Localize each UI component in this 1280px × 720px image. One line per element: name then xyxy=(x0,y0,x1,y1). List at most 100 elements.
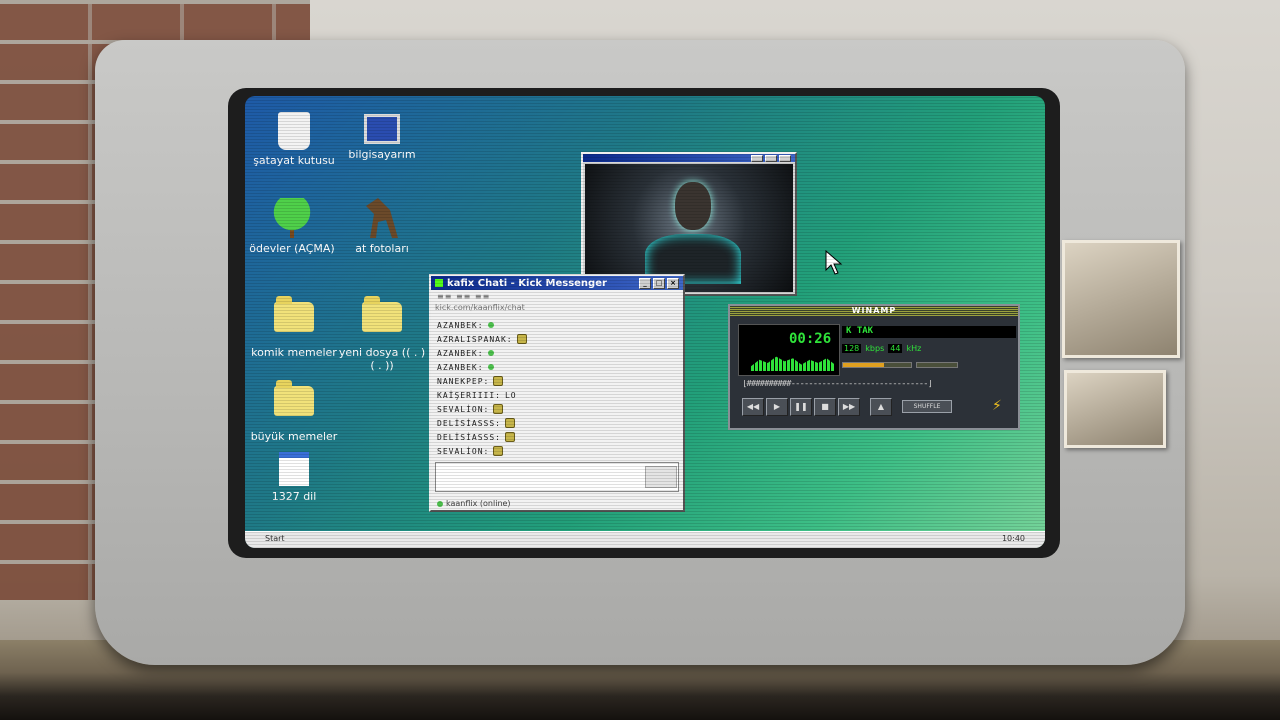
desktop-icon-calendar[interactable]: 1327 dil xyxy=(249,452,339,503)
recycle-bin-icon xyxy=(278,112,310,150)
chat-username: SEVALİON: xyxy=(437,446,490,456)
horse-icon xyxy=(366,198,398,238)
chat-username: AZRALISPANAK: xyxy=(437,334,513,344)
taskbar-clock: 10:40 xyxy=(1001,534,1025,543)
minimize-button[interactable]: _ xyxy=(639,277,651,289)
online-dot-icon xyxy=(437,500,443,507)
winamp-bitrate-info: 128 kbps 44 kHz xyxy=(842,344,921,353)
chat-menubar[interactable]: ≡≡ ≡≡ ≡≡ xyxy=(431,290,683,303)
kick-icon xyxy=(435,279,443,287)
desktop-icon-new-file[interactable]: yeni dosya (( . ) ( . )) xyxy=(337,294,427,372)
desktop-icon-recycle[interactable]: şatayat kutusu xyxy=(249,112,339,167)
folder-icon xyxy=(274,296,314,342)
chat-username: KAİŞERIIII: xyxy=(437,390,501,400)
pause-button[interactable]: ❚❚ xyxy=(790,398,812,416)
chat-input[interactable] xyxy=(435,462,679,492)
desktop-icon-horse-photos[interactable]: at fotoları xyxy=(337,198,427,255)
photo-group xyxy=(1064,370,1166,448)
seek-bar[interactable]: [##########-----------------------------… xyxy=(742,380,1006,388)
chat-title: kafix Chati - Kick Messenger xyxy=(447,277,607,289)
chat-url: kick.com/kaanflix/chat xyxy=(435,303,525,312)
webcam-video xyxy=(585,164,793,292)
desktop-icon-label: komik memeler xyxy=(251,346,337,359)
shuffle-button[interactable]: SHUFFLE xyxy=(902,400,952,413)
winamp-kbps-unit: kbps xyxy=(865,344,885,353)
desktop-icon-homework[interactable]: ödevler (AÇMA) xyxy=(247,198,337,255)
chat-status: kaanflix (online) xyxy=(437,499,511,508)
desktop-icon-label: ödevler (AÇMA) xyxy=(249,242,335,255)
desktop-icon-computer[interactable]: bilgisayarım xyxy=(337,114,427,161)
chat-status-text: kaanflix (online) xyxy=(446,499,511,508)
desktop-icon-big-memes[interactable]: büyük memeler xyxy=(249,378,339,443)
desktop-icon-label: şatayat kutusu xyxy=(253,154,335,167)
previous-button[interactable]: ◀◀ xyxy=(742,398,764,416)
winamp-lightning-icon: ⚡ xyxy=(992,398,1002,414)
play-button[interactable]: ▶ xyxy=(766,398,788,416)
chat-titlebar[interactable]: kafix Chati - Kick Messenger _ □ × xyxy=(431,276,683,290)
winamp-titlebar[interactable]: WINAMP xyxy=(730,306,1018,316)
chat-window[interactable]: kafix Chati - Kick Messenger _ □ × ≡≡ ≡≡… xyxy=(429,274,685,512)
mouse-cursor-icon xyxy=(825,250,843,275)
close-button[interactable]: × xyxy=(667,277,679,289)
volume-slider[interactable] xyxy=(842,362,912,368)
emote-icon xyxy=(493,376,504,386)
winamp-khz: 44 xyxy=(888,344,903,353)
online-dot-icon xyxy=(487,322,494,328)
emote-icon xyxy=(504,432,515,442)
spectrum-visualizer xyxy=(751,356,835,371)
computer-icon xyxy=(364,114,400,144)
desktop-icon-label: bilgisayarım xyxy=(348,148,416,161)
desktop-icon-label: at fotoları xyxy=(355,242,409,255)
calendar-icon xyxy=(279,452,309,486)
chat-message: SEVALİON: xyxy=(431,402,683,416)
window-controls xyxy=(751,154,791,162)
tree-icon xyxy=(272,198,312,238)
chat-username: AZANBEK: xyxy=(437,362,484,372)
maximize-button[interactable]: □ xyxy=(653,277,665,289)
winamp-window[interactable]: WINAMP 00:26 K TAK 128 kbps 44 kHz [####… xyxy=(728,304,1020,430)
streamer-head xyxy=(675,182,711,230)
winamp-khz-unit: kHz xyxy=(906,344,922,353)
chat-text: LO xyxy=(504,390,517,400)
start-button[interactable]: Start xyxy=(265,534,285,543)
balance-slider[interactable] xyxy=(916,362,958,368)
chat-message: AZANBEK: xyxy=(431,360,683,374)
emote-icon xyxy=(504,418,515,428)
desktop-icon-label: yeni dosya (( . ) ( . )) xyxy=(338,346,426,372)
desktop-icon-label: büyük memeler xyxy=(250,430,338,443)
maximize-button[interactable] xyxy=(765,154,777,162)
online-dot-icon xyxy=(487,364,494,370)
photo-soldier xyxy=(1062,240,1180,358)
winamp-lcd: 00:26 xyxy=(738,324,840,376)
folder-icon xyxy=(274,380,314,426)
eject-button[interactable]: ▲ xyxy=(870,398,892,416)
window-controls: _ □ × xyxy=(639,277,679,289)
online-dot-icon xyxy=(487,350,494,356)
chat-username: AZANBEK: xyxy=(437,320,484,330)
chat-username: DELİSİASSS: xyxy=(437,432,501,442)
winamp-song-title: K TAK xyxy=(842,326,1016,338)
chat-username: AZANBEK: xyxy=(437,348,484,358)
stop-button[interactable]: ■ xyxy=(814,398,836,416)
chat-message: SEVALİON: xyxy=(431,444,683,458)
chat-message: KAİŞERIIII: LO xyxy=(431,388,683,402)
next-button[interactable]: ▶▶ xyxy=(838,398,860,416)
emote-icon xyxy=(516,334,527,344)
minimize-button[interactable] xyxy=(751,154,763,162)
folder-icon xyxy=(362,296,402,342)
chat-message: DELİSİASSS: xyxy=(431,416,683,430)
chat-username: SEVALİON: xyxy=(437,404,490,414)
taskbar: Start 10:40 xyxy=(245,531,1045,548)
video-titlebar[interactable] xyxy=(583,154,795,162)
winamp-kbps: 128 xyxy=(842,344,862,353)
chat-message: AZRALISPANAK: xyxy=(431,332,683,346)
chat-messages: AZANBEK: AZRALISPANAK: AZANBEK: AZANBEK:… xyxy=(431,318,683,458)
chat-message: DELİSİASSS: xyxy=(431,430,683,444)
chat-username: NANEKPEP: xyxy=(437,376,490,386)
send-button[interactable] xyxy=(645,466,677,488)
emote-icon xyxy=(493,446,504,456)
winamp-time: 00:26 xyxy=(789,331,832,347)
chat-message: NANEKPEP: xyxy=(431,374,683,388)
close-button[interactable] xyxy=(779,154,791,162)
desktop-icon-funny-memes[interactable]: komik memeler xyxy=(249,294,339,359)
